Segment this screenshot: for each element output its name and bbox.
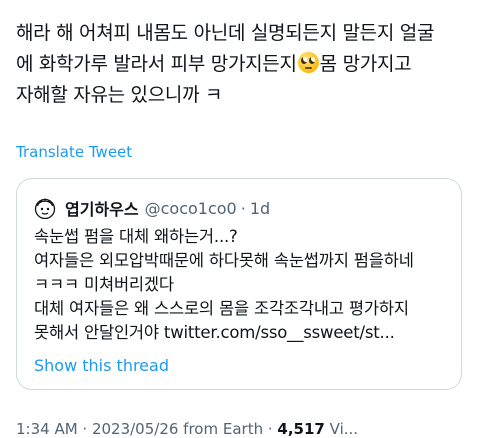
- tweet-line-2: 에 화학가루 발라서 피부 망가지든지 몸 망가지고: [16, 49, 468, 80]
- separator-dot: ·: [240, 198, 246, 218]
- quoted-line-5: 못해서 안달인거야 twitter.com/sso__ssweet/st...: [34, 323, 395, 342]
- tweet-line-3: 자해할 자유는 있으니까 ㅋ: [16, 84, 223, 106]
- translate-tweet-link[interactable]: Translate Tweet: [16, 143, 132, 161]
- quoted-handle[interactable]: @coco1co0: [145, 199, 237, 218]
- tweet-line-2-text: 에 화학가루 발라서 피부 망가지든지: [16, 53, 297, 75]
- tweet-text: 해라 해 어쳐피 내몸도 아닌데 실명되든지 말든지 얼굴 에 화학가루 발라서…: [16, 18, 468, 111]
- rolling-eyes-emoji-icon: [297, 52, 319, 73]
- quoted-line-1: 속눈썹 펌을 대체 왜하는거...?: [34, 227, 238, 246]
- quoted-tweet-card[interactable]: 엽기하우스 @coco1co0 · 1d 속눈썹 펌을 대체 왜하는거...? …: [16, 178, 462, 390]
- quoted-tweet-header: 엽기하우스 @coco1co0 · 1d: [34, 196, 270, 220]
- tweet-metadata: 1:34 AM · 2023/05/26 from Earth · 4,517 …: [16, 420, 358, 438]
- quoted-display-name[interactable]: 엽기하우스: [65, 196, 139, 220]
- quoted-line-3: ㅋㅋㅋ 미쳐버리겠다: [34, 275, 174, 294]
- avatar[interactable]: [34, 197, 56, 219]
- quoted-line-4: 대체 여자들은 왜 스스로의 몸을 조각조각내고 평가하지: [34, 299, 409, 318]
- quoted-tweet-text: 속눈썹 펌을 대체 왜하는거...? 여자들은 외모압박때문에 하다못해 속눈썹…: [34, 225, 454, 345]
- show-thread-link[interactable]: Show this thread: [34, 356, 169, 375]
- tweet-line-2-tail: 몸 망가지고: [319, 53, 412, 75]
- view-count: 4,517: [277, 420, 325, 438]
- views-label: Vi...: [329, 420, 359, 438]
- quoted-timestamp[interactable]: 1d: [250, 199, 270, 218]
- tweet-line-1: 해라 해 어쳐피 내몸도 아닌데 실명되든지 말든지 얼굴: [16, 22, 435, 44]
- quoted-line-2: 여자들은 외모압박때문에 하다못해 속눈썹까지 펌을하네: [34, 251, 414, 270]
- tweet-timestamp[interactable]: 1:34 AM · 2023/05/26 from Earth ·: [16, 420, 273, 438]
